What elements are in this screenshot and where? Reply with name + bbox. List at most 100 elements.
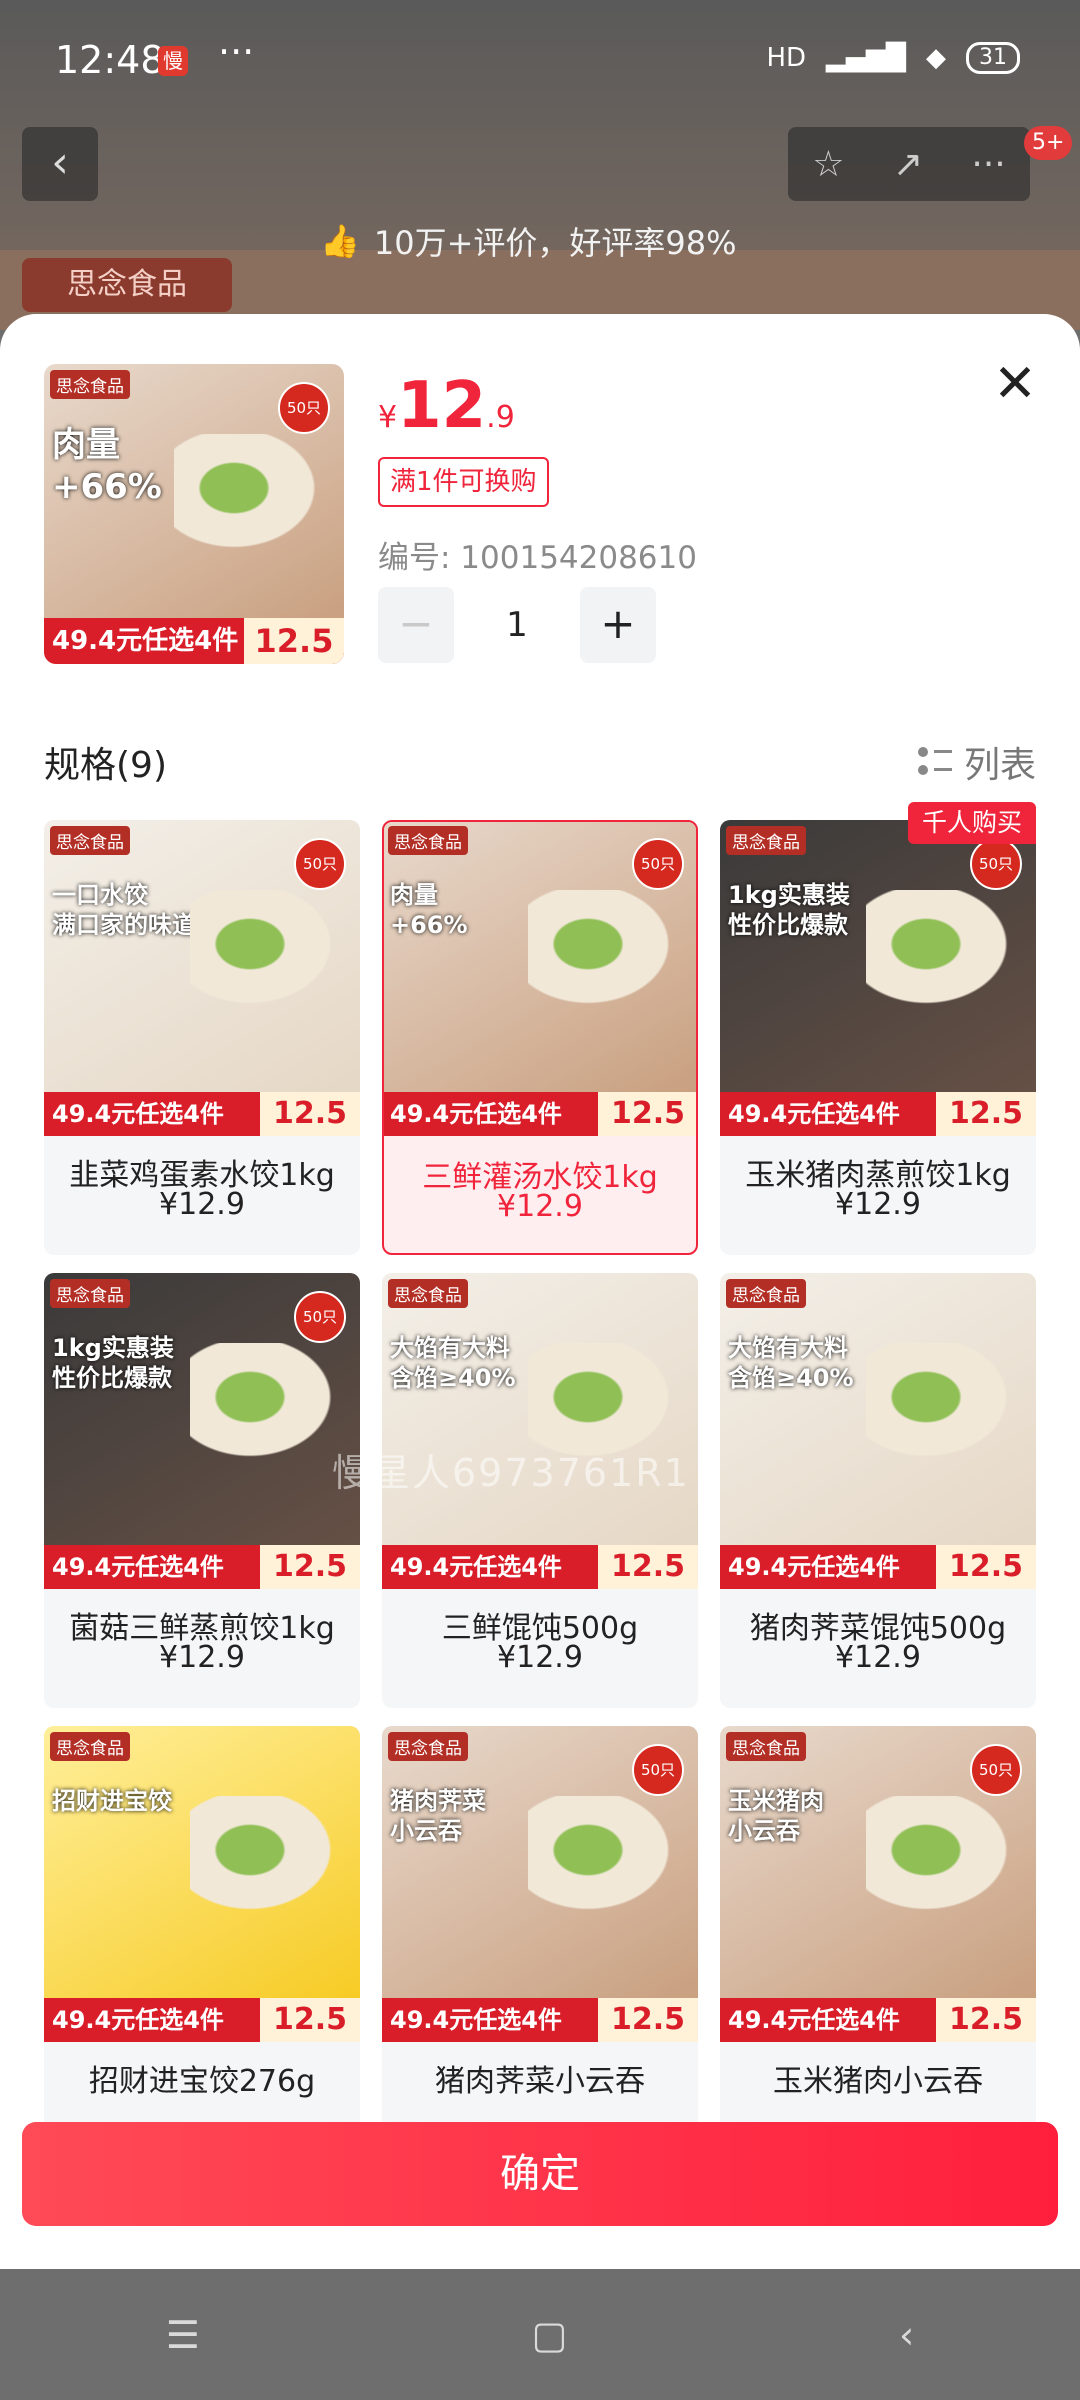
product-image: 思念食品 肉量 +66% 50只 49.4元任选4件 12.5 [44,364,344,664]
spec-option-card[interactable]: 思念食品 玉米猪肉 小云吞 50只 49.4元任选4件 12.5 玉米猪肉小云吞 [720,1726,1036,2161]
promo-price: 12.5 [598,1092,696,1136]
brand-logo: 思念食品 [726,826,806,855]
spec-option-image: 思念食品 大馅有大料 含馅≥40% 49.4元任选4件 12.5 [382,1273,698,1589]
status-time: 12:48 [55,38,165,82]
decrease-quantity-button[interactable]: − [378,587,454,663]
battery-icon: 31 [966,42,1020,74]
image-headline: 大馅有大料 含馅≥40% [390,1334,516,1392]
brand-logo: 思念食品 [50,1279,130,1308]
spec-option-card[interactable]: 思念食品 1kg实惠装 性价比爆款 50只 49.4元任选4件 12.5 菌菇三鲜蒸煎饺1… [44,1273,360,1708]
promo-price: 12.5 [260,1998,360,2042]
image-headline: 一口水饺 满口家的味道 [52,881,196,939]
dumpling-illustration [866,1796,1016,1916]
spec-option-image: 思念食品 玉米猪肉 小云吞 50只 49.4元任选4件 12.5 [720,1726,1036,2042]
review-text: 10万+评价，好评率98% [373,224,737,262]
dumpling-illustration [174,434,324,554]
product-image: 思念食品 1kg实惠装 性价比爆款 50只 49.4元任选4件 12.5 [720,820,1036,1136]
spec-option-image: 思念食品 1kg实惠装 性价比爆款 50只 49.4元任选4件 12.5 [44,1273,360,1589]
promo-price: 12.5 [244,618,344,664]
promo-price: 12.5 [598,1998,698,2042]
dumpling-illustration [190,1796,340,1916]
price-decimal: .9 [486,400,515,435]
image-headline: 肉量 +66% [390,881,468,939]
more-icon[interactable]: ··· [971,144,1005,185]
spec-option-image: 思念食品 1kg实惠装 性价比爆款 50只 49.4元任选4件 12.5 [720,820,1036,1136]
sku-selector-sheet: 思念食品 肉量 +66% 50只 49.4元任选4件 12.5 ¥12.9 满1… [0,314,1080,2269]
product-image: 思念食品 大馅有大料 含馅≥40% 49.4元任选4件 12.5 [382,1273,698,1589]
spec-option-name: 招财进宝饺276g [88,2064,316,2099]
app-badge-icon: 慢 [158,46,188,76]
spec-option-card[interactable]: 思念食品 一口水饺 满口家的味道 50只 49.4元任选4件 12.5 韭菜鸡蛋素水饺1k… [44,820,360,1255]
favorite-icon[interactable]: ☆ [812,144,844,185]
product-image: 思念食品 一口水饺 满口家的味道 50只 49.4元任选4件 12.5 [44,820,360,1136]
product-image: 思念食品 1kg实惠装 性价比爆款 50只 49.4元任选4件 12.5 [44,1273,360,1589]
list-toggle-label: 列表 [963,745,1036,786]
promo-price: 12.5 [260,1092,360,1136]
signal-icon: ▂▄▆█ [826,43,906,73]
list-icon [917,745,952,779]
currency-symbol: ¥ [378,400,398,435]
dumpling-illustration [528,1796,678,1916]
spec-option-card[interactable]: 思念食品 1kg实惠装 性价比爆款 50只 49.4元任选4件 12.5 玉米猪肉蒸煎饺1… [720,820,1036,1255]
promo-price: 12.5 [260,1545,360,1589]
home-icon[interactable]: ▢ [531,2313,567,2357]
image-headline: 玉米猪肉 小云吞 [728,1787,824,1845]
hot-tag: 千人购买 [907,802,1036,844]
image-headline: 猪肉荠菜 小云吞 [390,1787,486,1845]
sku-code: 编号: 100154208610 [378,540,697,576]
status-indicators: HD ▂▄▆█ ◆ 31 [766,42,1020,74]
spec-option-card[interactable]: 思念食品 大馅有大料 含馅≥40% 49.4元任选4件 12.5 猪肉荠菜馄饨500g ¥… [720,1273,1036,1708]
image-headline: 大馅有大料 含馅≥40% [728,1334,854,1392]
spec-option-image: 思念食品 大馅有大料 含馅≥40% 49.4元任选4件 12.5 [720,1273,1036,1589]
back-button[interactable]: ‹ [22,127,98,201]
dumpling-illustration [866,890,1016,1010]
quantity-stepper: − 1 + [378,587,656,663]
dumpling-illustration [528,890,678,1010]
brand-logo: 思念食品 [50,370,130,399]
menu-icon[interactable]: ☰ [166,2313,200,2357]
share-icon[interactable]: ↗ [893,144,923,185]
product-image: 思念食品 玉米猪肉 小云吞 50只 49.4元任选4件 12.5 [720,1726,1036,2042]
status-more-icon: ··· [218,30,255,74]
image-headline: 招财进宝饺 [52,1787,172,1815]
quantity-value[interactable]: 1 [454,605,580,645]
brand-logo: 思念食品 [388,1732,468,1761]
back-icon[interactable]: ‹ [899,2313,914,2357]
spec-option-image: 思念食品 猪肉荠菜 小云吞 50只 49.4元任选4件 12.5 [382,1726,698,2042]
weight-badge: 50只 [970,838,1022,890]
spec-option-name: 猪肉荠菜小云吞 [435,2064,645,2099]
brand-logo: 思念食品 [726,1279,806,1308]
close-icon[interactable]: ✕ [990,358,1040,410]
confirm-button[interactable]: 确定 [22,2122,1058,2226]
spec-option-card[interactable]: 思念食品 肉量 +66% 50只 49.4元任选4件 12.5 三鲜灌汤水饺1kg ¥12.… [382,820,698,1255]
weight-badge: 50只 [632,838,684,890]
product-image: 思念食品 招财进宝饺 49.4元任选4件 12.5 [44,1726,360,2042]
image-headline: 1kg实惠装 性价比爆款 [728,881,850,939]
dumpling-illustration [866,1343,1016,1463]
exchange-tag: 满1件可换购 [378,457,549,507]
thumbs-up-icon: 👍 [320,222,360,260]
brand-logo: 思念食品 [22,258,232,312]
spec-option-card[interactable]: 思念食品 招财进宝饺 49.4元任选4件 12.5 招财进宝饺276g [44,1726,360,2161]
system-navigation-bar: ☰ ▢ ‹ [0,2270,1080,2400]
promo-price: 12.5 [936,1998,1036,2042]
spec-option-card[interactable]: 思念食品 猪肉荠菜 小云吞 50只 49.4元任选4件 12.5 猪肉荠菜小云吞 [382,1726,698,2161]
promo-price: 12.5 [936,1092,1036,1136]
weight-badge: 50只 [278,382,330,434]
brand-logo: 思念食品 [50,1732,130,1761]
spec-option-name: 玉米猪肉小云吞 [773,2064,983,2099]
spec-option-price: ¥12.9 [497,1189,583,1224]
list-view-toggle[interactable]: 列表 [917,736,1036,788]
brand-logo: 思念食品 [388,1279,468,1308]
review-banner: 👍 10万+评价，好评率98% [320,218,737,264]
weight-badge: 50只 [294,838,346,890]
price-integer: 12 [397,369,487,443]
dumpling-illustration [190,1343,340,1463]
image-headline: 肉量 +66% [52,425,162,507]
spec-option-image: 思念食品 一口水饺 满口家的味道 50只 49.4元任选4件 12.5 [44,820,360,1136]
wifi-icon: ◆ [926,43,946,73]
increase-quantity-button[interactable]: + [580,587,656,663]
spec-option-image: 思念食品 肉量 +66% 50只 49.4元任选4件 12.5 [384,822,696,1136]
spec-option-price: ¥12.9 [159,1187,245,1222]
product-price: ¥12.9 [378,369,515,443]
